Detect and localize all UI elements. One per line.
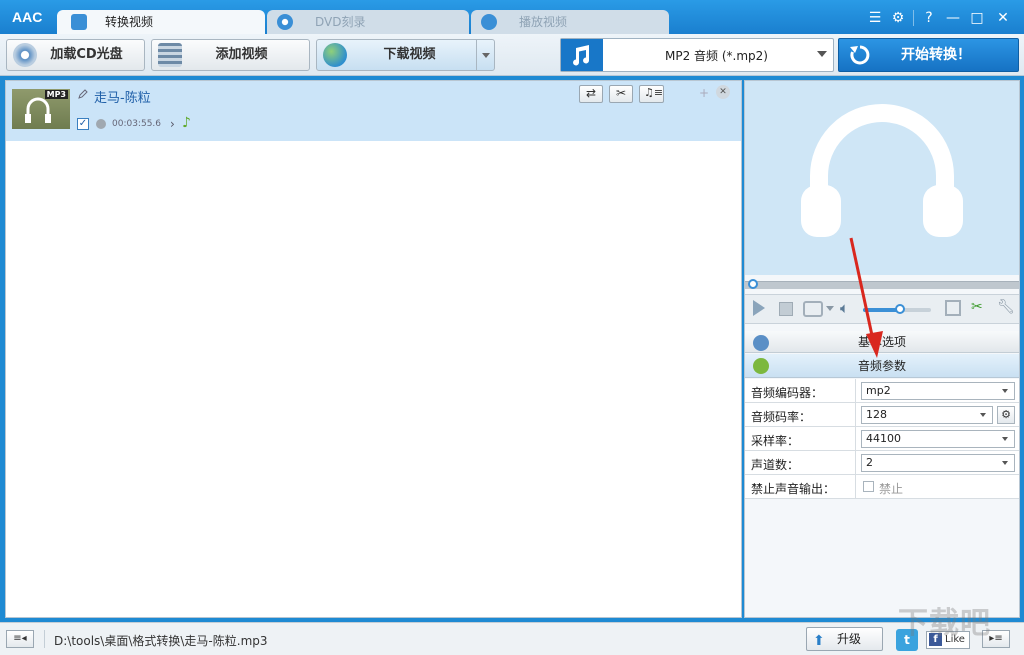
watermark: 下载吧	[898, 598, 991, 642]
annotation-arrow	[0, 0, 1024, 655]
watermark-text: 下载吧	[898, 606, 991, 641]
